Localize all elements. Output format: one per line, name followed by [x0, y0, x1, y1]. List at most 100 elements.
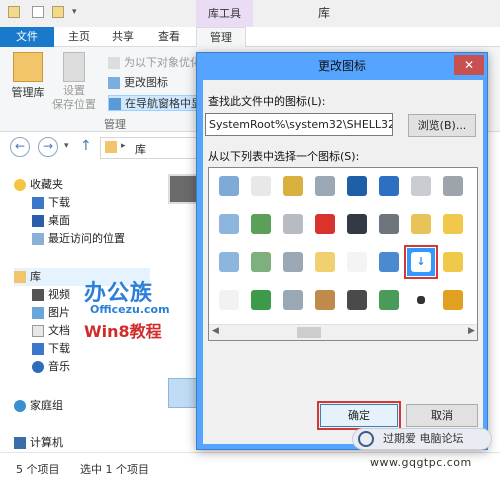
manage-library-button[interactable]: 管理库 [8, 52, 48, 100]
nav-item-label: 桌面 [48, 214, 70, 227]
optimize-for-button[interactable]: 为以下对象优化 [108, 55, 201, 71]
breadcrumb-libraries[interactable]: 库 [135, 141, 146, 157]
nav-favorites[interactable]: 收藏夹 [14, 176, 63, 194]
status-item-count: 5 个项目 [16, 463, 60, 476]
scrollbar-thumb[interactable] [297, 327, 321, 338]
nav-libraries-documents[interactable]: 文档 [32, 322, 70, 340]
icon-option-download-arrow[interactable]: ↓ [404, 245, 438, 279]
icon-option-mouse[interactable] [407, 172, 435, 200]
window-grid-icon [219, 214, 239, 234]
icon-option-printer-share[interactable] [279, 286, 307, 314]
icon-option-music-note[interactable] [375, 172, 403, 200]
icon-option-window-grid[interactable] [215, 210, 243, 238]
nav-libraries-downloads[interactable]: 下载 [32, 340, 70, 358]
nav-homegroup[interactable]: 家庭组 [14, 397, 63, 415]
nav-favorites-desktop[interactable]: 桌面 [32, 212, 70, 230]
nav-favorites-label: 收藏夹 [30, 178, 63, 191]
desktop-icon [32, 215, 44, 227]
icon-option-printer-network[interactable] [311, 172, 339, 200]
nav-libraries-music[interactable]: 音乐 [32, 358, 70, 376]
icon-option-keys[interactable] [279, 172, 307, 200]
arrow-left-icon: ← [14, 139, 26, 153]
icon-option-dvd[interactable] [343, 210, 371, 238]
back-button[interactable]: ← [10, 137, 30, 157]
properties-icon[interactable] [32, 6, 44, 18]
icon-list-scrollbar[interactable] [209, 324, 477, 340]
browse-button[interactable]: 浏览(B)... [408, 114, 476, 137]
music-note-icon [379, 176, 399, 196]
icon-option-camera[interactable] [375, 210, 403, 238]
site-url: www.gqgtpc.com [370, 456, 472, 469]
icon-option-recycle-bin-full[interactable] [247, 210, 275, 238]
icon-option-drive[interactable] [439, 172, 467, 200]
nav-item-label: 最近访问的位置 [48, 232, 125, 245]
scroll-left-icon[interactable]: ◀ [212, 326, 219, 336]
icon-option-x-ie[interactable] [439, 286, 467, 314]
icon-option-film[interactable] [343, 286, 371, 314]
address-bar[interactable]: ▸ 库 [100, 137, 200, 159]
tab-home[interactable]: 主页 [62, 27, 96, 47]
downloads-library-thumb[interactable] [168, 378, 198, 408]
tab-view[interactable]: 查看 [152, 27, 186, 47]
forward-button[interactable]: → [38, 137, 58, 157]
icon-option-people[interactable] [311, 286, 339, 314]
icon-option-printer-check[interactable] [279, 248, 307, 276]
tab-manage[interactable]: 管理 [196, 27, 246, 48]
dvd-icon [347, 214, 367, 234]
folder-icon[interactable] [8, 6, 20, 18]
icon-option-no-entry[interactable] [311, 210, 339, 238]
scroll-right-icon[interactable]: ▶ [468, 326, 475, 336]
icon-option-arrow-small[interactable] [407, 286, 435, 314]
keys-icon [283, 176, 303, 196]
dialog-close-button[interactable]: ✕ [454, 55, 484, 75]
icon-option-window-list[interactable] [215, 172, 243, 200]
homegroup-icon [14, 400, 26, 412]
dialog-title: 更改图标 [317, 59, 366, 73]
ok-button[interactable]: 确定 [317, 401, 401, 430]
file-path-input[interactable]: SystemRoot%\system32\SHELL32.dll [205, 113, 393, 136]
icon-option-picture[interactable] [375, 248, 403, 276]
nav-favorites-recent[interactable]: 最近访问的位置 [32, 230, 125, 248]
change-icon-button[interactable]: 更改图标 [108, 75, 168, 91]
show-in-nav-button[interactable]: 在导航窗格中显 [108, 95, 207, 111]
video-library-thumb[interactable] [168, 174, 198, 204]
manage-library-label: 管理库 [11, 86, 45, 99]
icon-option-window-panel[interactable] [215, 248, 243, 276]
download-arrow-icon: ↓ [411, 252, 431, 272]
tab-file[interactable]: 文件 [0, 27, 54, 47]
icon-option-globe-cd[interactable] [375, 286, 403, 314]
arrow-right-icon: → [42, 139, 54, 153]
x-ie-icon [443, 290, 463, 310]
recent-locations-icon[interactable]: ▾ [64, 141, 69, 151]
icon-option-folder-settings[interactable] [407, 210, 435, 238]
icon-list[interactable]: ↓ [208, 167, 478, 341]
chevron-down-icon[interactable]: ▾ [72, 7, 77, 17]
icon-option-cursor-document[interactable] [247, 172, 275, 200]
fax-icon [283, 214, 303, 234]
library-icon [14, 271, 26, 283]
nav-computer[interactable]: 计算机 [14, 434, 63, 452]
icon-option-folder-yellow-2[interactable] [439, 248, 467, 276]
icon-option-globe-network[interactable] [247, 286, 275, 314]
icon-option-folder-yellow[interactable] [439, 210, 467, 238]
icon-option-fax[interactable] [279, 210, 307, 238]
icon-option-document-checklist[interactable] [343, 248, 371, 276]
watermark-win8: Win8教程 [84, 322, 162, 341]
nav-libraries-videos[interactable]: 视频 [32, 286, 70, 304]
icon-option-power[interactable] [343, 172, 371, 200]
tab-share[interactable]: 共享 [106, 27, 140, 47]
icon-option-recycle-bin-empty[interactable] [247, 248, 275, 276]
new-folder-icon[interactable] [52, 6, 64, 18]
up-arrow-icon[interactable]: ↑ [80, 138, 92, 154]
icon-option-hand-cursor[interactable] [215, 286, 243, 314]
film-icon [347, 290, 367, 310]
nav-libraries-pictures[interactable]: 图片 [32, 304, 70, 322]
nav-favorites-downloads[interactable]: 下载 [32, 194, 70, 212]
cancel-button[interactable]: 取消 [406, 404, 478, 427]
icon-list-label: 从以下列表中选择一个图标(S): [208, 150, 360, 163]
globe-network-icon [251, 290, 271, 310]
ribbon-group-label: 管理 [104, 118, 126, 131]
set-save-location-button[interactable]: 设置 保存位置 [50, 52, 98, 112]
nav-libraries-label: 库 [30, 270, 41, 283]
icon-option-folder-open[interactable] [311, 248, 339, 276]
